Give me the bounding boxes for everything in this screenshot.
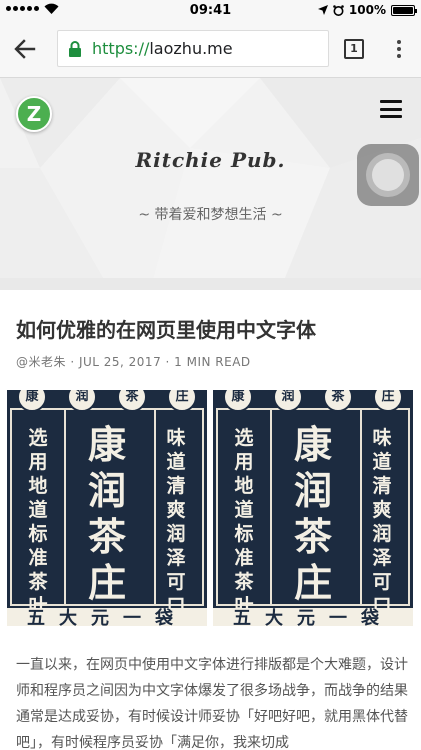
signboard-panel: 康 润 茶 庄 选用地道标准茶叶 康润茶庄 味道清爽润泽可口 五大元一袋 [213,390,413,626]
right-column-text: 味道清爽润泽可口 [372,427,392,617]
alarm-icon [333,4,344,16]
circle-char: 庄 [167,390,197,412]
battery-icon [391,4,417,16]
tab-switcher-button[interactable]: 1 [344,39,364,59]
post-cover-image: 康 润 茶 庄 选用地道标准茶叶 康润茶庄 味道清爽润泽可口 五大元一袋 康 润… [0,390,421,626]
signboard-circles: 康 润 茶 庄 [213,390,413,412]
center-column-text: 康润茶庄 [87,422,126,605]
circle-char: 润 [273,390,303,412]
site-tagline: ~ 带着爱和梦想生活 ~ [138,207,283,223]
signboard-circles: 康 润 茶 庄 [7,390,207,412]
post-title[interactable]: 如何优雅的在网页里使用中文字体 [16,314,316,343]
url-host: laozhu.me [149,39,233,58]
left-column-text: 选用地道标准茶叶 [234,427,254,617]
back-arrow-icon[interactable] [12,36,38,62]
status-bar: 09:41 100% [0,0,421,20]
lock-icon [69,40,81,57]
blog-header: Z Ritchie Pub. ~ 带着爱和梦想生活 ~ [0,78,421,290]
site-logo[interactable]: Z [16,96,52,132]
assistive-touch-button[interactable] [357,144,419,206]
bottom-strip-text: 五大元一袋 [213,608,413,626]
signboard-panel: 康 润 茶 庄 选用地道标准茶叶 康润茶庄 味道清爽润泽可口 五大元一袋 [7,390,207,626]
address-bar[interactable]: https://laozhu.me [57,30,329,67]
battery-percent: 100% [348,3,386,17]
hamburger-menu-icon[interactable] [380,100,402,118]
browser-toolbar: https://laozhu.me 1 [0,20,421,78]
circle-char: 茶 [323,390,353,412]
location-arrow-icon [317,5,328,15]
circle-char: 庄 [373,390,403,412]
status-right: 100% [317,3,417,17]
bottom-strip-text: 五大元一袋 [7,608,207,626]
circle-char: 康 [223,390,253,412]
url-scheme: https:// [92,39,150,58]
post-excerpt: 一直以来，在网页中使用中文字体进行排版都是个大难题，设计师和程序员之间因为中文字… [16,657,408,750]
right-column-text: 味道清爽润泽可口 [166,427,186,617]
overflow-menu-icon[interactable] [393,38,405,60]
circle-char: 康 [17,390,47,412]
post-meta: @米老朱 · JUL 25, 2017 · 1 MIN READ [16,355,251,369]
circle-char: 茶 [117,390,147,412]
center-column-text: 康润茶庄 [293,422,332,605]
left-column-text: 选用地道标准茶叶 [28,427,48,617]
circle-char: 润 [67,390,97,412]
